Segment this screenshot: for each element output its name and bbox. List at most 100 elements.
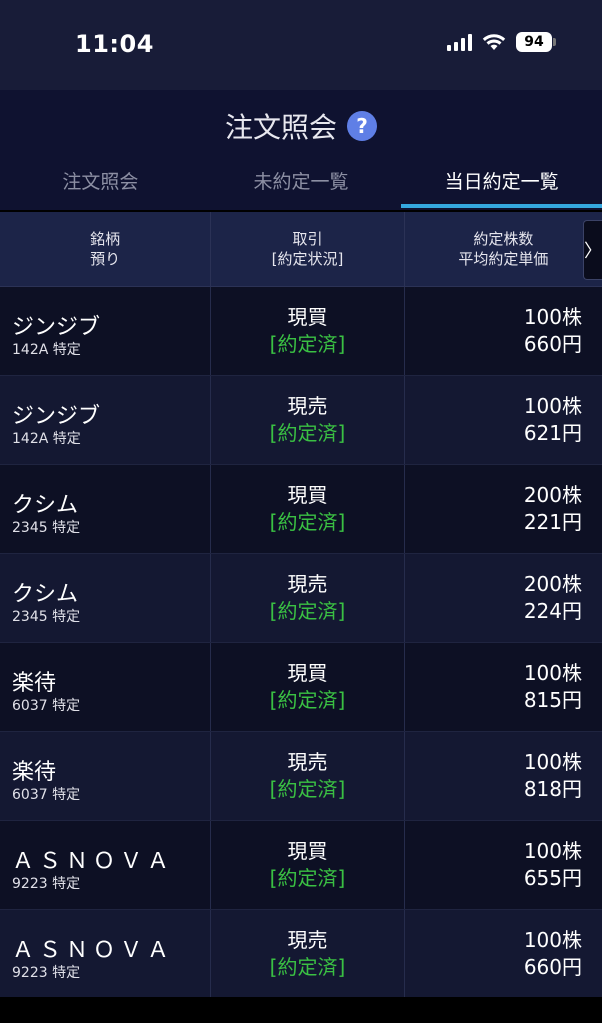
quantity-cell: 100株 660円 bbox=[405, 910, 602, 998]
stock-code: 9223 特定 bbox=[12, 876, 81, 892]
trade-type: 現売 bbox=[287, 394, 328, 418]
wifi-icon bbox=[482, 34, 506, 50]
stock-name: ジンジブ bbox=[12, 404, 101, 429]
stock-cell: 楽待 6037 特定 bbox=[0, 732, 212, 820]
stock-code: 2345 特定 bbox=[12, 609, 81, 625]
table-row[interactable]: クシム 2345 特定 現買 [約定済] 200株 221円 bbox=[0, 465, 602, 554]
header-quantity: 約定株数 平均約定単価 bbox=[405, 212, 602, 286]
executed-quantity: 200株 bbox=[523, 483, 582, 507]
page-title-text: 注文照会 bbox=[224, 111, 337, 144]
bottom-area bbox=[0, 997, 602, 1023]
stock-code: 9223 特定 bbox=[12, 965, 81, 981]
trade-cell: 現売 [約定済] bbox=[211, 554, 405, 642]
header-stock-label: 銘柄 bbox=[90, 230, 121, 248]
trade-type: 現買 bbox=[287, 483, 328, 507]
executed-quantity: 100株 bbox=[523, 661, 582, 685]
table-row[interactable]: ジンジブ 142A 特定 現売 [約定済] 100株 621円 bbox=[0, 376, 602, 465]
stock-code: 142A 特定 bbox=[12, 431, 81, 447]
table-body: ジンジブ 142A 特定 現買 [約定済] 100株 660円 ジンジブ 142A 特定 現売[… bbox=[0, 287, 602, 999]
quantity-cell: 100株 660円 bbox=[405, 287, 602, 375]
quantity-cell: 100株 818円 bbox=[405, 732, 602, 820]
status-bar: 11:04 94 bbox=[0, 0, 602, 90]
table-row[interactable]: ジンジブ 142A 特定 現買 [約定済] 100株 660円 bbox=[0, 287, 602, 376]
executed-quantity: 100株 bbox=[523, 305, 582, 329]
trade-status: [約定済] bbox=[269, 955, 346, 979]
scroll-right-icon[interactable]: 〉 bbox=[583, 220, 602, 280]
trade-status: [約定済] bbox=[269, 688, 346, 712]
battery-icon: 94 bbox=[516, 32, 556, 52]
stock-name: ＡＳＮＯＶＡ bbox=[12, 938, 175, 963]
trade-cell: 現買 [約定済] bbox=[211, 643, 405, 731]
cellular-signal-icon bbox=[447, 33, 472, 51]
average-price: 660円 bbox=[523, 955, 582, 979]
quantity-cell: 100株 655円 bbox=[405, 821, 602, 909]
stock-name: ジンジブ bbox=[12, 315, 101, 340]
table-row[interactable]: クシム 2345 特定 現売 [約定済] 200株 224円 bbox=[0, 554, 602, 643]
stock-cell: ＡＳＮＯＶＡ 9223 特定 bbox=[0, 910, 212, 998]
stock-cell: クシム 2345 特定 bbox=[0, 554, 212, 642]
trade-status: [約定済] bbox=[269, 332, 346, 356]
header-trade: 取引 [約定状況] bbox=[211, 212, 405, 286]
stock-cell: ＡＳＮＯＶＡ 9223 特定 bbox=[0, 821, 212, 909]
executed-quantity: 100株 bbox=[523, 839, 582, 863]
stock-name: 楽待 bbox=[12, 671, 57, 696]
average-price: 621円 bbox=[523, 421, 582, 445]
trade-cell: 現売 [約定済] bbox=[211, 376, 405, 464]
trade-cell: 現売 [約定済] bbox=[211, 732, 405, 820]
tab-today-executions[interactable]: 当日約定一覧 bbox=[401, 162, 602, 208]
trade-cell: 現買 [約定済] bbox=[211, 287, 405, 375]
executed-quantity: 100株 bbox=[523, 750, 582, 774]
executed-quantity: 200株 bbox=[523, 572, 582, 596]
trade-type: 現売 bbox=[287, 572, 328, 596]
trade-status: [約定済] bbox=[269, 777, 346, 801]
table-header: 銘柄 預り 取引 [約定状況] 約定株数 平均約定単価 〉 bbox=[0, 212, 602, 287]
trade-type: 現売 bbox=[287, 750, 328, 774]
trade-cell: 現買 [約定済] bbox=[211, 465, 405, 553]
executions-table: 銘柄 預り 取引 [約定状況] 約定株数 平均約定単価 〉 ジンジブ 142A 特… bbox=[0, 212, 602, 999]
trade-status: [約定済] bbox=[269, 421, 346, 445]
page-header: 注文照会? 注文照会 未約定一覧 当日約定一覧 bbox=[0, 90, 602, 210]
tab-unexecuted-list[interactable]: 未約定一覧 bbox=[201, 162, 402, 208]
status-icons: 94 bbox=[447, 32, 556, 52]
table-row[interactable]: 楽待 6037 特定 現買 [約定済] 100株 815円 bbox=[0, 643, 602, 732]
stock-cell: ジンジブ 142A 特定 bbox=[0, 287, 212, 375]
stock-code: 142A 特定 bbox=[12, 342, 81, 358]
header-custody-label: 預り bbox=[90, 250, 121, 268]
quantity-cell: 100株 815円 bbox=[405, 643, 602, 731]
header-stock: 銘柄 預り bbox=[0, 212, 212, 286]
header-trade-label: 取引 bbox=[292, 230, 323, 248]
average-price: 818円 bbox=[523, 777, 582, 801]
trade-cell: 現売 [約定済] bbox=[211, 910, 405, 998]
trade-status: [約定済] bbox=[269, 866, 346, 890]
stock-code: 6037 特定 bbox=[12, 787, 81, 803]
executed-quantity: 100株 bbox=[523, 928, 582, 952]
stock-cell: クシム 2345 特定 bbox=[0, 465, 212, 553]
tab-order-inquiry[interactable]: 注文照会 bbox=[0, 162, 201, 208]
stock-code: 2345 特定 bbox=[12, 520, 81, 536]
stock-name: ＡＳＮＯＶＡ bbox=[12, 849, 175, 874]
quantity-cell: 200株 224円 bbox=[405, 554, 602, 642]
quantity-cell: 200株 221円 bbox=[405, 465, 602, 553]
quantity-cell: 100株 621円 bbox=[405, 376, 602, 464]
header-avg-price-label: 平均約定単価 bbox=[458, 250, 549, 268]
trade-cell: 現買 [約定済] bbox=[211, 821, 405, 909]
page-title: 注文照会? bbox=[0, 106, 602, 146]
stock-cell: 楽待 6037 特定 bbox=[0, 643, 212, 731]
table-row[interactable]: 楽待 6037 特定 現売 [約定済] 100株 818円 bbox=[0, 732, 602, 821]
table-row[interactable]: ＡＳＮＯＶＡ 9223 特定 現買 [約定済] 100株 655円 bbox=[0, 821, 602, 910]
trade-status: [約定済] bbox=[269, 510, 346, 534]
average-price: 221円 bbox=[523, 510, 582, 534]
trade-type: 現買 bbox=[287, 839, 328, 863]
average-price: 224円 bbox=[523, 599, 582, 623]
average-price: 815円 bbox=[523, 688, 582, 712]
average-price: 660円 bbox=[523, 332, 582, 356]
help-icon[interactable]: ? bbox=[347, 111, 377, 141]
executed-quantity: 100株 bbox=[523, 394, 582, 418]
status-time: 11:04 bbox=[75, 30, 154, 58]
trade-type: 現買 bbox=[287, 305, 328, 329]
trade-type: 現買 bbox=[287, 661, 328, 685]
table-row[interactable]: ＡＳＮＯＶＡ 9223 特定 現売 [約定済] 100株 660円 bbox=[0, 910, 602, 999]
stock-name: クシム bbox=[12, 493, 79, 518]
stock-code: 6037 特定 bbox=[12, 698, 81, 714]
stock-name: クシム bbox=[12, 582, 79, 607]
